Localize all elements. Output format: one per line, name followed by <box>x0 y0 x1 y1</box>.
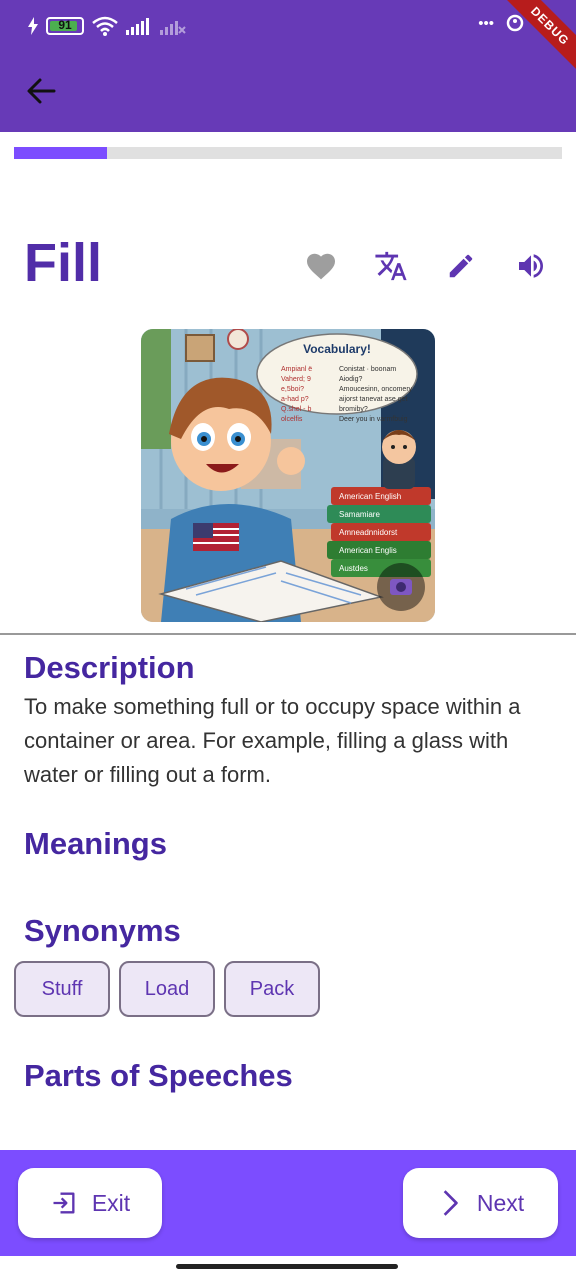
signal-weak-icon <box>160 21 186 35</box>
status-right: ••• <box>478 14 524 32</box>
speak-button[interactable] <box>496 246 566 286</box>
edit-button[interactable] <box>426 246 496 286</box>
svg-text:a-had p?: a-had p? <box>281 396 309 403</box>
svg-text:Austdes: Austdes <box>339 564 368 573</box>
svg-text:olcelfis: olcelfis <box>281 416 303 423</box>
translate-icon <box>375 251 407 281</box>
app-bar: 91 ••• <box>0 0 576 132</box>
svg-text:Aiodig?: Aiodig? <box>339 376 362 383</box>
synonym-chip[interactable]: Pack <box>224 961 320 1017</box>
lesson-progress <box>14 147 562 159</box>
chevron-right-icon <box>443 1190 458 1216</box>
svg-text:American English: American English <box>339 492 401 501</box>
description-heading: Description <box>24 650 195 685</box>
book-stack: American English Samamiare Amneadnnidors… <box>327 487 431 577</box>
status-more: ••• <box>478 14 494 32</box>
svg-text:Conistat · boonam: Conistat · boonam <box>339 366 396 373</box>
status-bar: 91 ••• <box>0 0 576 56</box>
svg-text:Ampianl ë: Ampianl ë <box>281 366 312 373</box>
meanings-heading: Meanings <box>24 826 167 861</box>
svg-text:aijorst tanevat ase get: aijorst tanevat ase get <box>339 396 408 403</box>
synonyms-heading: Synonyms <box>24 913 181 948</box>
exit-button[interactable]: Exit <box>18 1168 162 1238</box>
wifi-icon <box>92 16 118 36</box>
bottom-action-bar: Exit Next <box>0 1150 576 1256</box>
svg-text:Vaherd; 9: Vaherd; 9 <box>281 376 311 383</box>
system-nav-bar <box>0 1256 576 1280</box>
svg-text:American Englis: American Englis <box>339 546 397 555</box>
heart-icon <box>307 253 335 280</box>
word-actions <box>286 246 566 286</box>
synonym-chip[interactable]: Load <box>119 961 215 1017</box>
home-gesture-handle[interactable] <box>176 1264 398 1269</box>
next-label: Next <box>476 1189 525 1216</box>
synonym-chip[interactable]: Stuff <box>14 961 110 1017</box>
next-button[interactable]: Next <box>403 1168 558 1238</box>
pencil-icon <box>449 254 473 278</box>
svg-text:Deer you in varmfbuig: Deer you in varmfbuig <box>339 416 408 423</box>
exit-label: Exit <box>91 1189 131 1216</box>
status-left: 91 <box>28 16 186 36</box>
parts-of-speech-heading: Parts of Speeches <box>24 1058 293 1093</box>
app-notification-icon <box>506 14 524 32</box>
small-boy-figure <box>382 430 416 489</box>
signal-icon <box>126 18 149 35</box>
svg-text:Amneadnnidorst: Amneadnnidorst <box>339 528 398 537</box>
word-illustration: Vocabulary! Ampianl ë Vaherd; 9 e,5boi? a-… <box>141 329 435 622</box>
word-title: Fill <box>24 233 102 293</box>
svg-text:bromiby?: bromiby? <box>339 406 368 413</box>
favorite-button[interactable] <box>286 246 356 286</box>
speaker-icon <box>519 254 543 278</box>
battery-icon: 91 <box>46 17 84 35</box>
progress-fill <box>14 147 108 159</box>
synonym-chips: Stuff Load Pack <box>14 961 320 1017</box>
svg-text:e,5boi?: e,5boi? <box>281 386 304 393</box>
illustration-scene: Vocabulary! Ampianl ë Vaherd; 9 e,5boi? a-… <box>141 329 435 622</box>
translate-button[interactable] <box>356 246 426 286</box>
section-divider <box>0 633 576 635</box>
speech-bubble-title: Vocabulary! <box>303 342 371 356</box>
battery-level: 91 <box>58 18 72 32</box>
description-text: To make something full or to occupy spac… <box>24 694 521 787</box>
back-arrow-icon[interactable] <box>24 74 58 108</box>
svg-text:Samamiare: Samamiare <box>339 510 380 519</box>
svg-text:Amoucesinn, oncomery: Amoucesinn, oncomery <box>339 386 413 393</box>
svg-text:Q.shel - b: Q.shel - b <box>281 406 311 413</box>
exit-icon <box>53 1192 75 1214</box>
charging-icon <box>28 17 38 35</box>
